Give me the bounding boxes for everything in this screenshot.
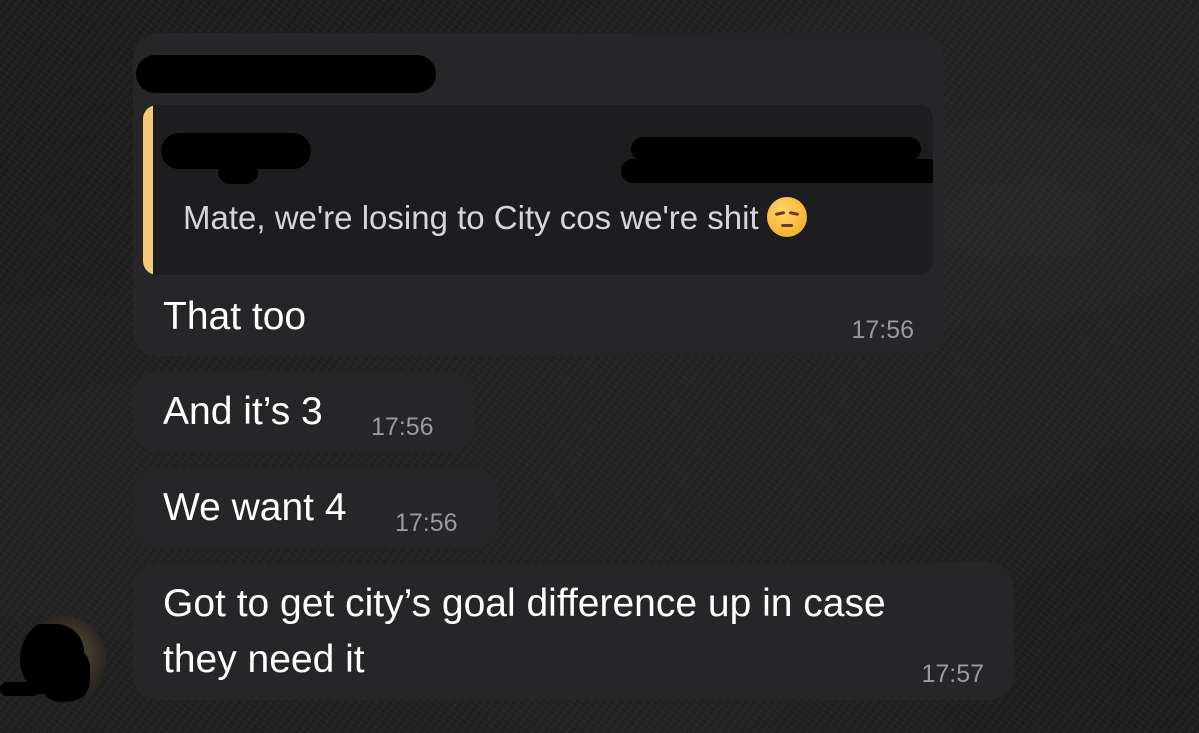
quoted-text: Mate, we're losing to City cos we're shi… bbox=[183, 199, 759, 236]
message-text-line-2: they need it bbox=[163, 638, 365, 681]
message-text: And it’s 3 bbox=[163, 390, 323, 433]
message-timestamp: 17:56 bbox=[371, 413, 434, 441]
redacted-sender-name bbox=[136, 55, 436, 93]
message-timestamp: 17:56 bbox=[395, 509, 458, 537]
redacted-quoted-meta-2 bbox=[621, 159, 933, 183]
pensive-face-icon bbox=[766, 197, 807, 237]
message-text: We want 4 bbox=[163, 486, 347, 529]
redacted-avatar-edge bbox=[0, 682, 40, 696]
quoted-message-text: Mate, we're losing to City cos we're shi… bbox=[183, 197, 807, 237]
redacted-quoted-sender-tail bbox=[218, 160, 258, 184]
message-bubble[interactable]: Mate, we're losing to City cos we're shi… bbox=[133, 33, 944, 356]
message-text: That too bbox=[163, 295, 307, 338]
message-bubble[interactable]: We want 4 17:56 bbox=[133, 467, 498, 549]
redacted-quoted-meta bbox=[631, 137, 921, 161]
quoted-message[interactable]: Mate, we're losing to City cos we're shi… bbox=[143, 105, 933, 275]
message-timestamp: 17:56 bbox=[851, 316, 914, 344]
message-text-line-1: Got to get city’s goal difference up in … bbox=[163, 582, 886, 625]
message-timestamp: 17:57 bbox=[921, 660, 984, 688]
message-bubble[interactable]: And it’s 3 17:56 bbox=[133, 371, 474, 453]
redacted-avatar-2 bbox=[40, 646, 90, 702]
quote-accent-bar bbox=[143, 105, 153, 275]
message-bubble[interactable]: Got to get city’s goal difference up in … bbox=[133, 563, 1014, 700]
